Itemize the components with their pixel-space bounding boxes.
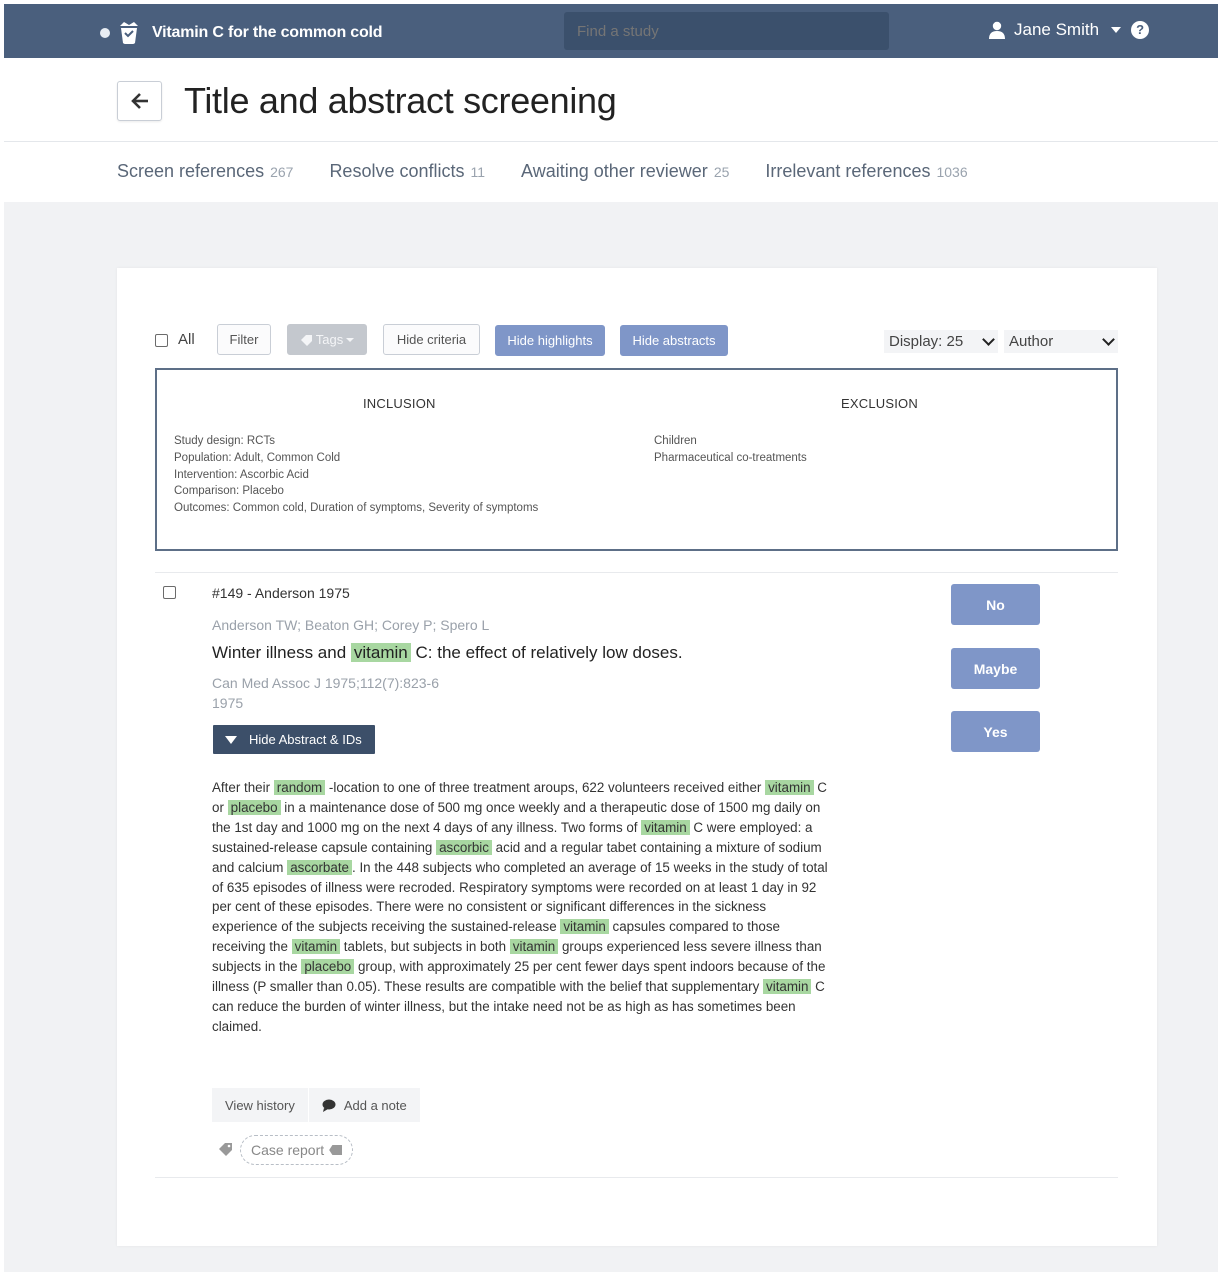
project-brand[interactable]: Vitamin C for the common cold: [100, 21, 383, 45]
select-all-checkbox[interactable]: [155, 334, 168, 347]
keyword-highlight: ascorbate: [287, 859, 352, 875]
decision-yes-button[interactable]: Yes: [951, 711, 1040, 752]
inclusion-item: Population: Adult, Common Cold: [174, 451, 341, 464]
reference-journal: Can Med Assoc J 1975;112(7):823-6: [212, 675, 439, 691]
triangle-down-icon: [225, 735, 237, 744]
tags-button[interactable]: Tags: [287, 324, 367, 355]
display-count-value: Display: 25: [889, 333, 964, 350]
inclusion-list: Study design: RCTs Population: Adult, Co…: [174, 433, 538, 517]
speech-bubble-icon: [322, 1099, 336, 1112]
tab-label: Screen references: [117, 161, 265, 181]
tag-icon: [300, 334, 312, 346]
hide-abstract-button[interactable]: Hide Abstract & IDs: [213, 725, 375, 754]
top-bar: Vitamin C for the common cold Jane Smith…: [4, 4, 1218, 58]
tab-awaiting-other-reviewer[interactable]: Awaiting other reviewer 25: [521, 161, 729, 182]
page-title: Title and abstract screening: [184, 80, 617, 121]
inclusion-item: Outcomes: Common cold, Duration of sympt…: [174, 502, 539, 515]
abstract-text: After their: [212, 780, 274, 795]
reference-top-divider: [155, 572, 1118, 573]
keyword-highlight: vitamin: [560, 919, 609, 935]
reference-bottom-divider: [155, 1177, 1118, 1178]
tab-count: 11: [470, 164, 486, 180]
reference-authors: Anderson TW; Beaton GH; Corey P; Spero L: [212, 617, 490, 633]
chevron-down-icon: [1102, 333, 1115, 346]
user-name: Jane Smith: [1014, 20, 1100, 39]
reference-abstract: After their random -location to one of t…: [212, 778, 832, 1037]
tab-count: 1036: [936, 164, 968, 180]
reference-year: 1975: [212, 695, 244, 711]
keyword-highlight: random: [273, 780, 326, 795]
tag-chip[interactable]: Case report: [240, 1135, 354, 1165]
tab-label: Awaiting other reviewer: [521, 161, 708, 181]
keyword-highlight: vitamin: [765, 780, 814, 795]
tab-label: Resolve conflicts: [329, 161, 465, 181]
keyword-highlight: vitamin: [763, 979, 812, 995]
select-all-label: All: [178, 331, 195, 348]
title-highlight: vitamin: [350, 643, 411, 662]
keyword-highlight: vitamin: [509, 939, 559, 955]
tag-label: Case report: [251, 1142, 325, 1158]
hide-abstract-label: Hide Abstract & IDs: [249, 732, 362, 747]
tab-count: 267: [270, 164, 294, 180]
caret-down-icon: [346, 337, 355, 342]
reference-title: Winter illness and vitamin C: the effect…: [212, 643, 683, 663]
abstract-text: -location to one of three treatment arou…: [325, 780, 766, 795]
exclusion-heading: EXCLUSION: [841, 396, 918, 411]
tab-label: Irrelevant references: [765, 161, 931, 181]
screening-tabs: Screen references 267 Resolve conflicts 11…: [117, 161, 1004, 182]
hide-highlights-button[interactable]: Hide highlights: [495, 325, 605, 356]
project-title: Vitamin C for the common cold: [152, 24, 383, 41]
inclusion-item: Study design: RCTs: [174, 435, 275, 447]
search-input[interactable]: [564, 12, 889, 50]
exclusion-item: Children: [654, 435, 697, 447]
user-icon: [989, 21, 1005, 39]
title-text: C: the effect of relatively low doses.: [415, 643, 683, 662]
decision-no-button[interactable]: No: [951, 584, 1040, 625]
back-button[interactable]: [117, 81, 162, 121]
exclusion-list: Children Pharmaceutical co-treatments: [654, 433, 807, 467]
tag-icon: [219, 1143, 232, 1156]
remove-tag-icon[interactable]: [329, 1145, 343, 1155]
keyword-highlight: vitamin: [291, 939, 341, 955]
inclusion-item: Intervention: Ascorbic Acid: [174, 468, 309, 481]
decision-maybe-button[interactable]: Maybe: [951, 648, 1040, 689]
view-history-button[interactable]: View history: [212, 1088, 308, 1122]
arrow-left-icon: [131, 93, 148, 109]
tags-label: Tags: [315, 332, 344, 347]
tab-count: 25: [713, 164, 730, 180]
tab-resolve-conflicts[interactable]: Resolve conflicts 11: [329, 161, 485, 182]
mug-icon: [120, 22, 138, 44]
chevron-down-icon[interactable]: [1111, 27, 1122, 33]
tab-irrelevant-references[interactable]: Irrelevant references 1036: [765, 161, 967, 182]
chevron-down-icon: [982, 333, 995, 346]
display-count-select[interactable]: Display: 25: [884, 330, 998, 353]
title-text: Winter illness and: [212, 643, 347, 662]
keyword-highlight: placebo: [301, 959, 355, 975]
header-divider: [4, 141, 1218, 142]
status-dot-icon: [100, 28, 110, 38]
add-note-label: Add a note: [343, 1097, 407, 1113]
reference-id: #149 - Anderson 1975: [212, 585, 350, 601]
sort-select[interactable]: Author: [1004, 330, 1118, 353]
user-menu[interactable]: Jane Smith ?: [989, 20, 1150, 40]
inclusion-item: Comparison: Placebo: [174, 485, 284, 498]
sort-value: Author: [1009, 333, 1054, 350]
reference-actions: View history Add a note: [212, 1088, 420, 1122]
keyword-highlight: placebo: [227, 799, 281, 815]
tab-screen-references[interactable]: Screen references 267: [117, 161, 293, 182]
filter-button[interactable]: Filter: [217, 324, 271, 355]
add-note-button[interactable]: Add a note: [307, 1088, 420, 1122]
criteria-panel: INCLUSION EXCLUSION Study design: RCTs P…: [155, 368, 1118, 551]
inclusion-heading: INCLUSION: [363, 396, 436, 411]
hide-abstracts-button[interactable]: Hide abstracts: [620, 325, 728, 356]
keyword-highlight: vitamin: [641, 819, 690, 835]
hide-criteria-button[interactable]: Hide criteria: [383, 324, 480, 355]
keyword-highlight: ascorbic: [436, 839, 492, 855]
reference-checkbox[interactable]: [163, 586, 176, 599]
abstract-text: tablets, but subjects in both: [340, 939, 510, 955]
exclusion-item: Pharmaceutical co-treatments: [654, 451, 807, 464]
help-icon[interactable]: ?: [1131, 21, 1150, 39]
